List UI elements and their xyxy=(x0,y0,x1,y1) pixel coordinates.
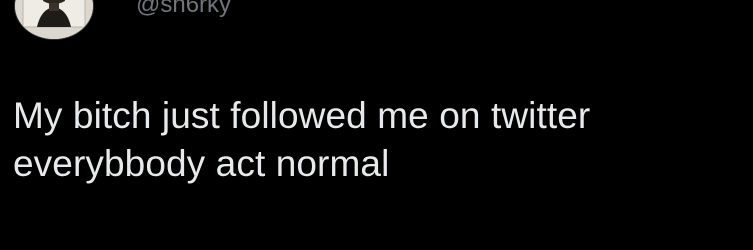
avatar[interactable] xyxy=(14,0,94,40)
profile-photo-icon xyxy=(15,0,93,39)
tweet-card: @sh6rky My bitch just followed me on twi… xyxy=(0,0,753,250)
user-handle[interactable]: @sh6rky xyxy=(136,0,231,20)
tweet-text: My bitch just followed me on twitter eve… xyxy=(13,92,733,188)
tweet-text-line: My bitch just followed me on twitter xyxy=(13,95,591,136)
tweet-text-line: everybbody act normal xyxy=(13,143,390,184)
